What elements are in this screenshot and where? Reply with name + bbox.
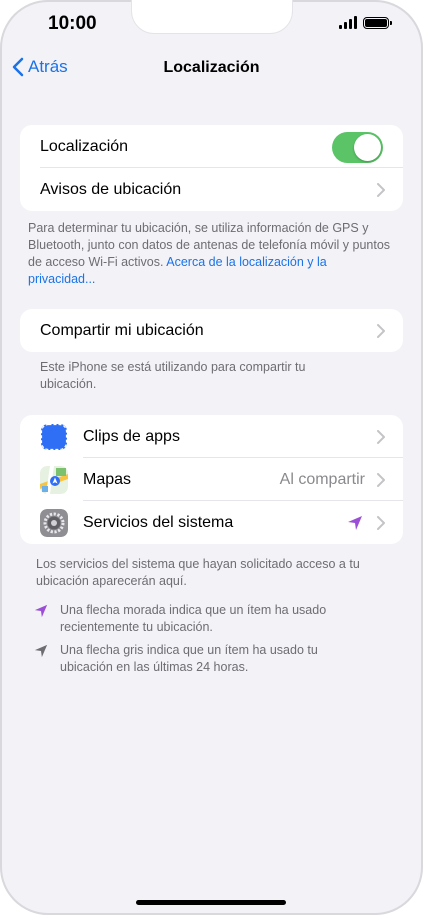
legend-gray-text: Una flecha gris indica que un ítem ha us… [60, 643, 318, 674]
location-label: Localización [40, 137, 129, 155]
maps-label: Mapas [83, 470, 132, 488]
maps-icon [40, 466, 68, 494]
system-services-note: Los servicios del sistema que hayan soli… [36, 557, 360, 588]
app-clips-icon [40, 423, 68, 451]
chevron-right-icon [377, 429, 385, 444]
status-icons [339, 16, 392, 29]
location-alerts-label: Avisos de ubicación [40, 180, 182, 198]
page-title: Localización [163, 59, 260, 76]
location-explanation: Para determinar tu ubicación, se utiliza… [28, 221, 391, 286]
system-services-label: Servicios del sistema [83, 513, 234, 531]
app-clips-label: Clips de apps [83, 427, 180, 445]
row-app-clips[interactable]: Clips de apps [20, 415, 403, 458]
battery-icon [363, 16, 392, 29]
share-location-group: Compartir mi ubicación [20, 309, 403, 352]
share-location-note: Este iPhone se está utilizando para comp… [40, 360, 306, 391]
chevron-right-icon [377, 515, 385, 530]
signal-icon [339, 16, 357, 29]
row-location-toggle: Localización [20, 125, 403, 168]
home-indicator[interactable] [136, 900, 286, 905]
chevron-right-icon [377, 472, 385, 487]
share-location-label: Compartir mi ubicación [40, 321, 204, 339]
settings-gear-icon [40, 509, 68, 537]
location-settings-group: Localización Avisos de ubicación [20, 125, 403, 211]
legend-purple-text: Una flecha morada indica que un ítem ha … [60, 603, 327, 634]
chevron-right-icon [377, 182, 385, 197]
notch [132, 0, 292, 33]
location-arrow-purple-icon [348, 516, 362, 530]
row-share-location[interactable]: Compartir mi ubicación [20, 309, 403, 352]
legend-gray: Una flecha gris indica que un ítem ha us… [34, 642, 370, 676]
chevron-right-icon [377, 323, 385, 338]
location-arrow-purple-icon [34, 604, 48, 618]
status-time: 10:00 [48, 13, 97, 34]
row-system-services[interactable]: Servicios del sistema [20, 501, 403, 544]
phone-screen: 10:00 Atrás Localización Localización Av… [0, 0, 423, 915]
row-maps[interactable]: Mapas Al compartir [20, 458, 403, 501]
location-arrow-gray-icon [34, 644, 48, 658]
maps-permission-value: Al compartir [279, 470, 365, 488]
location-toggle[interactable] [332, 132, 383, 163]
legend-purple: Una flecha morada indica que un ítem ha … [34, 602, 370, 636]
row-location-alerts[interactable]: Avisos de ubicación [20, 168, 403, 211]
apps-group: Clips de apps Mapas Al compartir Servici… [20, 415, 403, 544]
